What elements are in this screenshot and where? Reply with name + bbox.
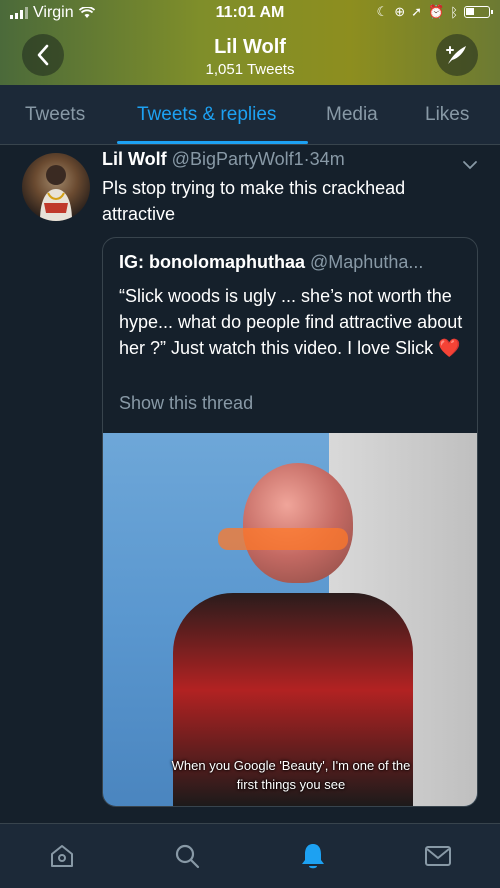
nav-search[interactable] [171,840,203,872]
bluetooth-icon: ᛒ [450,4,458,20]
video-caption: When you Google 'Beauty', I'm one of the… [103,756,477,794]
notifications-bell-icon [302,844,324,869]
tab-likes[interactable]: Likes [425,104,469,126]
profile-header: Virgin 11:01 AM ☾ ⊕ ➚ ⏰ ᛒ Lil Wolf 1,051… [0,0,500,85]
tweet-header: Lil Wolf @BigPartyWolf1·34m [102,149,345,170]
status-icons: ☾ ⊕ ➚ ⏰ ᛒ [376,4,493,20]
home-icon [51,845,73,867]
quoted-author-name: IG: bonolomaphuthaa [119,252,305,272]
active-tab-indicator [117,141,308,144]
author-name[interactable]: Lil Wolf [102,149,167,169]
author-handle[interactable]: @BigPartyWolf1 [172,149,304,169]
location-icon: ➚ [411,4,422,19]
quoted-tweet[interactable]: IG: bonolomaphuthaa @Maphutha... “Slick … [102,237,478,807]
quoted-tweet-text: “Slick woods is ugly ... she’s not worth… [119,286,463,358]
tweet-menu-button[interactable] [462,157,478,175]
tweet-count: 1,051 Tweets [205,61,295,78]
tab-tweets[interactable]: Tweets [25,104,85,126]
video-thumbnail[interactable]: When you Google 'Beauty', I'm one of the… [103,433,477,806]
video-caption-line1: When you Google 'Beauty', I'm one of the [171,758,411,773]
video-caption-line2: first things you see [236,777,346,792]
nav-messages[interactable] [422,840,454,872]
person-head [243,463,353,583]
search-icon [175,844,200,869]
heart-emoji: ❤️ [438,338,461,358]
messages-envelope-icon [425,846,451,866]
timestamp: 34m [309,149,345,169]
alarm-icon: ⏰ [428,4,445,19]
nav-home[interactable] [46,840,78,872]
profile-tabs: Tweets Tweets & replies Media Likes [0,85,500,145]
tab-tweets-and-replies[interactable]: Tweets & replies [137,104,276,126]
show-thread-link[interactable]: Show this thread [119,393,253,414]
rotation-lock-icon: ⊕ [394,4,406,19]
quoted-tweet-text-block: “Slick woods is ugly ... she’s not worth… [119,283,469,361]
status-bar: Virgin 11:01 AM ☾ ⊕ ➚ ⏰ ᛒ [0,4,500,26]
chevron-down-icon [463,161,477,170]
quoted-author-handle: @Maphutha... [310,252,424,272]
quoted-tweet-header: IG: bonolomaphuthaa @Maphutha... [119,252,469,273]
compose-feather-icon [446,46,466,64]
battery-icon [464,6,493,18]
avatar[interactable] [22,153,90,221]
moon-icon: ☾ [376,4,389,19]
avatar-image [40,165,72,221]
tab-media[interactable]: Media [326,104,378,126]
profile-name: Lil Wolf [214,36,286,58]
orange-sunglasses [218,528,348,550]
tweet-text: Pls stop trying to make this crackhead a… [102,178,406,224]
nav-notifications[interactable] [297,840,329,872]
compose-button[interactable] [436,34,478,76]
bottom-navigation [0,823,500,888]
